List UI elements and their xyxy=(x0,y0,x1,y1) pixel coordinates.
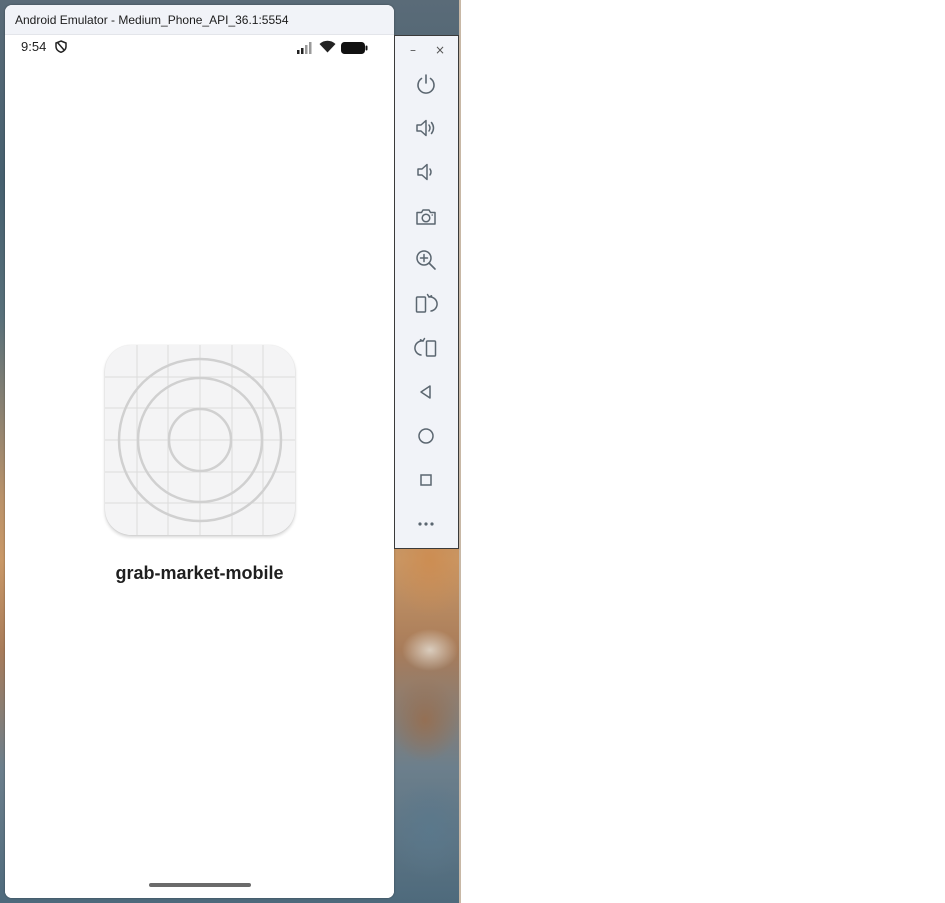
emulator-window: Android Emulator - Medium_Phone_API_36.1… xyxy=(5,5,394,898)
rotate-right-icon xyxy=(414,337,437,357)
camera-icon xyxy=(416,209,436,225)
rotate-right-button[interactable] xyxy=(412,334,440,362)
window-title-bar[interactable]: Android Emulator - Medium_Phone_API_36.1… xyxy=(5,5,394,35)
shield-icon xyxy=(55,40,67,58)
volume-up-icon xyxy=(416,119,435,137)
toolbar-close-button[interactable]: × xyxy=(431,42,449,58)
rotate-left-icon xyxy=(415,293,438,313)
overview-button[interactable] xyxy=(412,466,440,494)
signal-icon xyxy=(297,41,313,59)
status-bar: 9:54 xyxy=(5,35,394,59)
app-launcher-icon[interactable] xyxy=(105,345,295,535)
back-triangle-icon xyxy=(420,385,431,399)
wallpaper-edge xyxy=(459,0,461,903)
app-name-label[interactable]: grab-market-mobile xyxy=(5,563,394,584)
phone-screen[interactable]: 9:54 grab-market-mobile xyxy=(5,35,394,898)
zoom-button[interactable] xyxy=(412,246,440,274)
screenshot-button[interactable] xyxy=(412,203,440,231)
more-button[interactable] xyxy=(412,510,440,538)
home-button[interactable] xyxy=(412,422,440,450)
toolbar-minimize-button[interactable]: – xyxy=(404,42,422,58)
status-time: 9:54 xyxy=(21,39,47,54)
extended-controls-toolbar: – × xyxy=(394,35,459,549)
wifi-icon xyxy=(319,40,336,58)
window-title: Android Emulator - Medium_Phone_API_36.1… xyxy=(15,13,289,27)
power-icon xyxy=(417,74,435,94)
volume-down-icon xyxy=(417,163,432,181)
volume-up-button[interactable] xyxy=(412,114,440,142)
back-button[interactable] xyxy=(412,378,440,406)
volume-down-button[interactable] xyxy=(412,158,440,186)
power-button[interactable] xyxy=(412,70,440,98)
battery-icon xyxy=(341,41,368,59)
overview-square-icon xyxy=(420,474,432,486)
more-icon xyxy=(418,522,434,526)
home-circle-icon xyxy=(418,428,434,444)
gesture-home-handle[interactable] xyxy=(149,883,251,887)
zoom-in-icon xyxy=(416,250,436,270)
rotate-left-button[interactable] xyxy=(412,290,440,318)
